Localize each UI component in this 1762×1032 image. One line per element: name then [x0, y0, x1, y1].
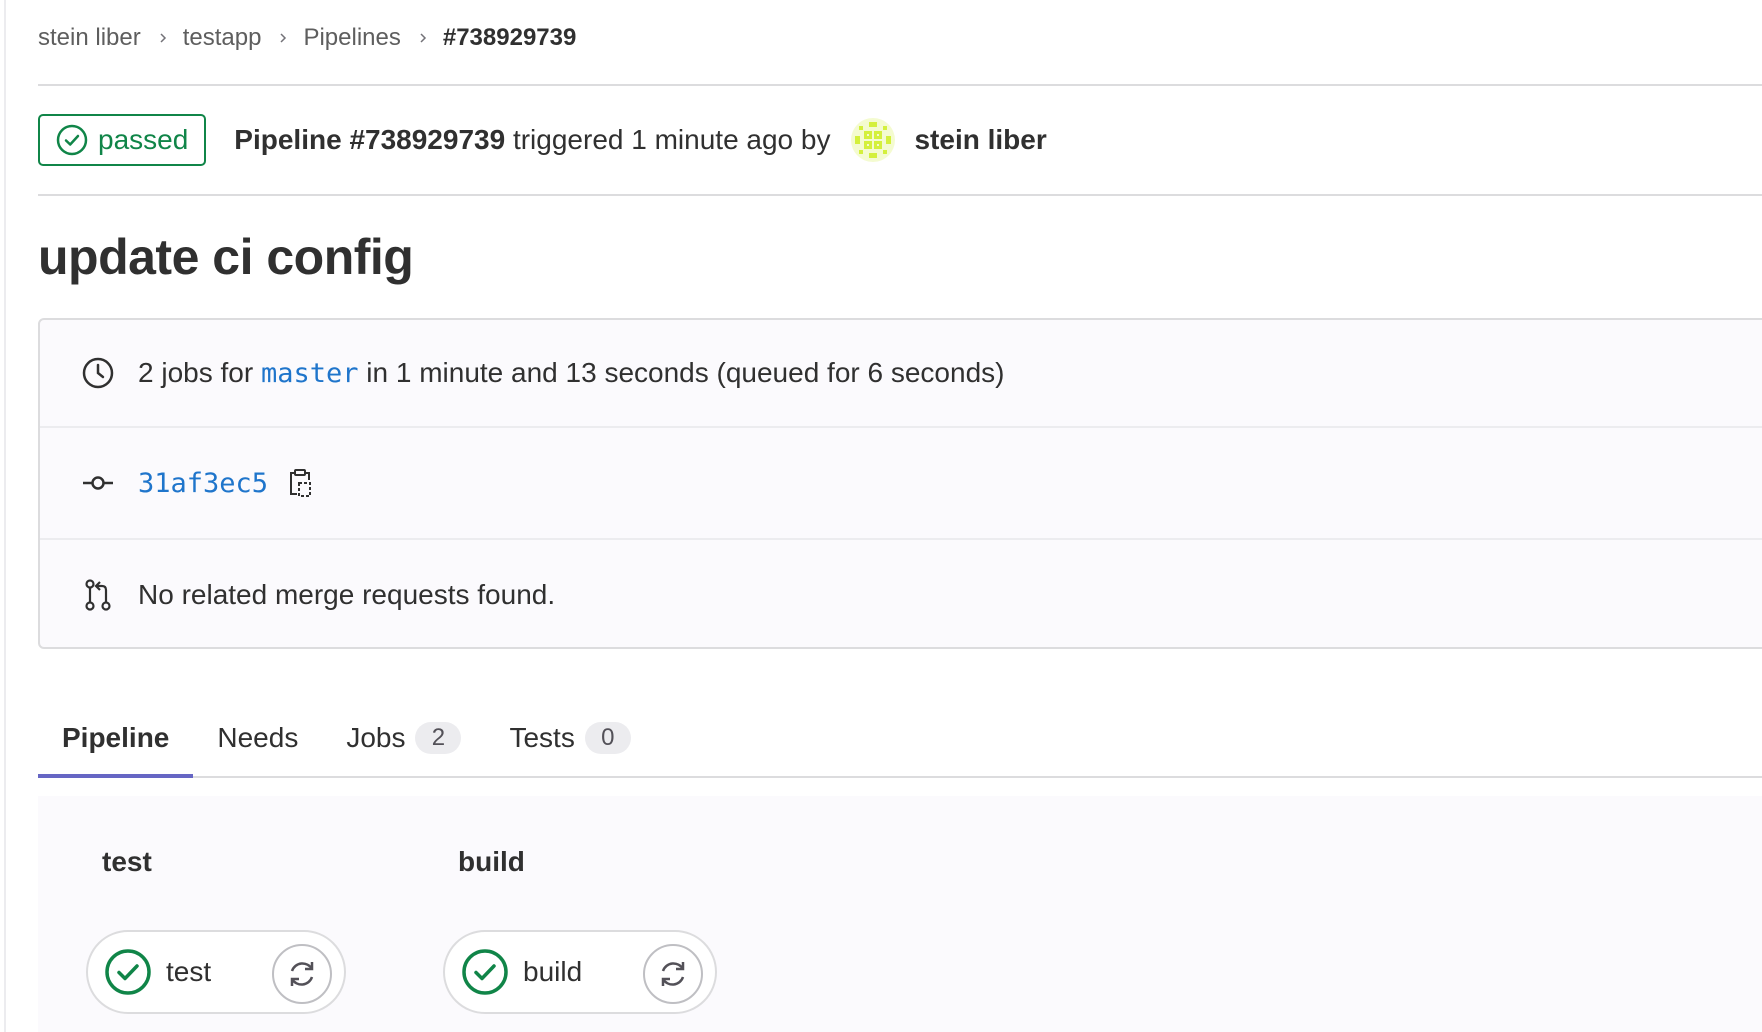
tab-jobs[interactable]: Jobs 2	[322, 700, 485, 776]
pipeline-graph: test build test build	[38, 796, 1762, 1032]
avatar[interactable]	[850, 117, 896, 163]
jobs-prefix: 2 jobs for	[138, 357, 254, 388]
tab-tests[interactable]: Tests 0	[485, 700, 654, 776]
merge-requests-text: No related merge requests found.	[138, 578, 556, 610]
status-label: passed	[98, 124, 189, 155]
tab-label: Tests	[509, 722, 575, 753]
stage-title: build	[458, 846, 525, 877]
commit-sha-link[interactable]: 31af3ec5	[138, 468, 268, 499]
tab-label: Jobs	[346, 722, 406, 753]
breadcrumb-item-project[interactable]: testapp	[183, 24, 262, 52]
divider	[38, 194, 1762, 196]
commit-title: update ci config	[38, 229, 414, 285]
chevron-right-icon	[277, 32, 289, 44]
job-item-test[interactable]: test	[86, 930, 346, 1014]
pipeline-info-box: 2 jobs for master in 1 minute and 13 sec…	[38, 318, 1762, 649]
author-link[interactable]: stein liber	[914, 124, 1046, 156]
stage-title: test	[102, 846, 152, 877]
status-badge[interactable]: passed	[38, 114, 207, 166]
commit-icon	[80, 465, 116, 501]
divider	[38, 84, 1762, 86]
breadcrumb-item-group[interactable]: stein liber	[38, 24, 141, 52]
job-item-build[interactable]: build	[443, 930, 717, 1014]
commit-row: 31af3ec5	[40, 428, 1762, 540]
status-success-icon	[56, 124, 88, 156]
merge-request-icon	[80, 577, 116, 613]
pipeline-header: passed Pipeline #738929739 triggered 1 m…	[38, 114, 1047, 166]
triggered-text: triggered 1 minute ago by	[512, 124, 831, 155]
status-success-icon	[461, 948, 509, 996]
retry-icon[interactable]	[272, 944, 332, 1004]
tab-label: Pipeline	[62, 722, 170, 753]
tab-count-badge: 0	[584, 722, 631, 754]
chevron-right-icon	[157, 32, 169, 44]
left-border	[4, 0, 6, 1032]
retry-icon[interactable]	[643, 944, 703, 1004]
duration-text: in 1 minute and 13 seconds (queued for 6…	[366, 357, 1005, 388]
copy-to-clipboard-icon[interactable]	[282, 465, 318, 501]
pipeline-tabs: Pipeline Needs Jobs 2 Tests 0	[38, 700, 1762, 778]
tab-count-badge: 2	[415, 722, 462, 754]
breadcrumb-item-pipelines[interactable]: Pipelines	[303, 24, 400, 52]
job-name: build	[523, 956, 583, 987]
job-name: test	[166, 956, 212, 987]
branch-link[interactable]: master	[261, 358, 359, 389]
chevron-right-icon	[417, 32, 429, 44]
status-success-icon	[104, 948, 152, 996]
merge-requests-row: No related merge requests found.	[40, 540, 1762, 647]
tab-label: Needs	[217, 722, 299, 753]
breadcrumb: stein liber testapp Pipelines #738929739	[38, 22, 576, 54]
pipeline-summary: Pipeline #738929739 triggered 1 minute a…	[234, 124, 830, 156]
tab-pipeline[interactable]: Pipeline	[38, 700, 194, 778]
pipeline-duration-row: 2 jobs for master in 1 minute and 13 sec…	[40, 320, 1762, 428]
breadcrumb-item-current[interactable]: #738929739	[443, 24, 576, 52]
clock-icon	[80, 355, 116, 391]
tab-needs[interactable]: Needs	[193, 700, 322, 776]
pipeline-id: Pipeline #738929739	[234, 124, 506, 155]
